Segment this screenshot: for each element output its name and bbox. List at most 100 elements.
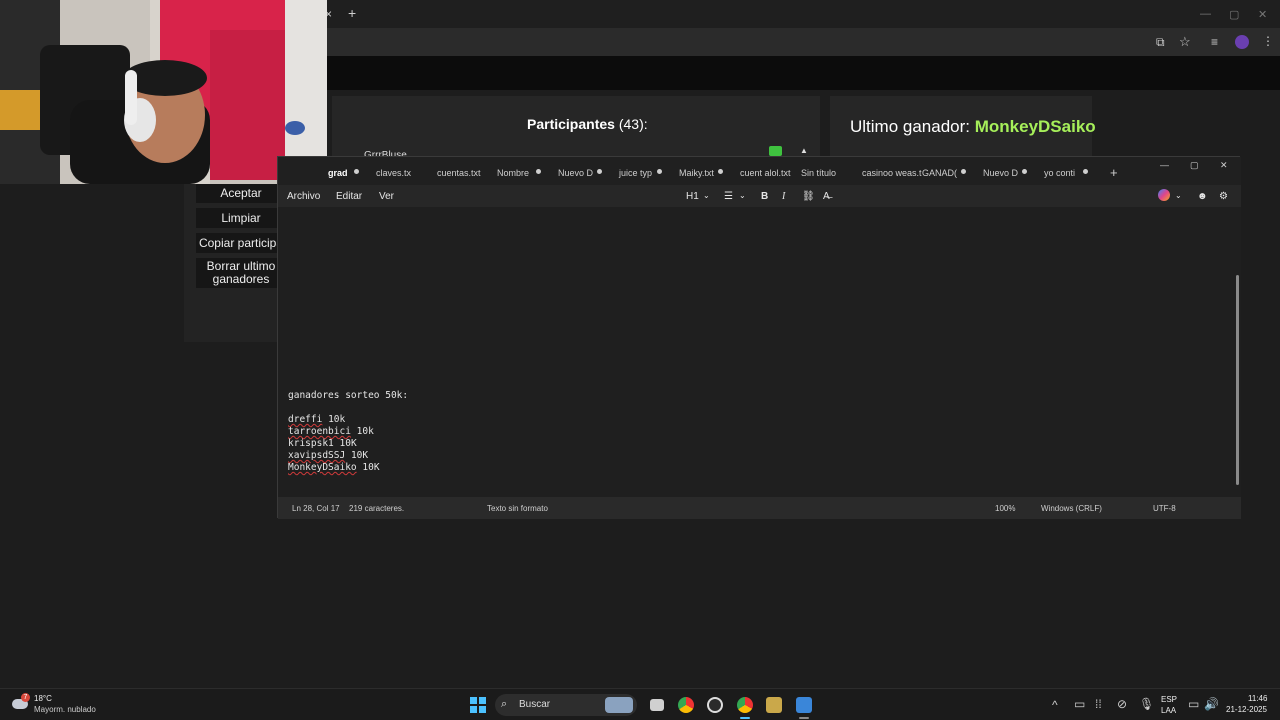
tab-nuevo-1[interactable]: Nuevo D	[558, 168, 593, 178]
tab-sin-titulo[interactable]: Sin título	[801, 168, 836, 178]
menu-archivo[interactable]: Archivo	[287, 191, 320, 202]
profile-icon[interactable]: ☻	[1197, 191, 1208, 202]
chevron-down-icon: ⌄	[1175, 191, 1182, 200]
tray-app-icon[interactable]: ▭	[1074, 698, 1085, 710]
profile-avatar[interactable]	[1235, 35, 1249, 49]
encoding[interactable]: UTF-8	[1153, 504, 1176, 513]
editor-scrollbar[interactable]	[1236, 275, 1239, 485]
minimize-icon[interactable]: —	[1200, 8, 1211, 20]
close-window-icon[interactable]: ✕	[1258, 8, 1267, 21]
clock-time[interactable]: 11:46	[1248, 694, 1267, 703]
tray-grid-icon[interactable]: ⁞⁞	[1095, 698, 1102, 710]
close-icon[interactable]: ✕	[1220, 160, 1228, 171]
volume-icon[interactable]: 🔊	[1204, 698, 1219, 710]
bookmark-star-icon[interactable]: ☆	[1179, 35, 1191, 48]
maximize-icon[interactable]: ▢	[1229, 8, 1239, 21]
more-menu-icon[interactable]: ⋮	[1262, 35, 1274, 47]
search-icon: ⌕	[501, 698, 508, 710]
list-icon[interactable]: ☰	[724, 191, 733, 202]
display-icon[interactable]: ▭	[1188, 698, 1199, 710]
notepad-active-indicator	[799, 717, 809, 719]
notepad-icon[interactable]	[796, 697, 812, 713]
menu-editar[interactable]: Editar	[336, 191, 362, 202]
search-highlight-icon	[605, 697, 633, 713]
unsaved-dot-icon	[961, 169, 966, 174]
content-heading: ganadores sorteo 50k:	[288, 390, 409, 401]
taskbar-search[interactable]: ⌕ Buscar	[495, 694, 637, 716]
chevron-up-icon[interactable]: ^	[1052, 699, 1058, 711]
tab-grad[interactable]: grad	[328, 168, 348, 178]
tab-maiky[interactable]: Maiky.txt	[679, 168, 714, 178]
tab-yo-conti[interactable]: yo conti	[1044, 168, 1075, 178]
unsaved-dot-icon	[657, 169, 662, 174]
unsaved-dot-icon	[354, 169, 359, 174]
windows-logo-icon	[470, 697, 477, 704]
bold-button[interactable]: B	[761, 191, 768, 202]
clear-button[interactable]: Limpiar	[196, 208, 286, 228]
notepad-window: grad claves.tx cuentas.txt Nombre Nuevo …	[277, 156, 1241, 519]
content-line: xavipsdSSJ 10K	[288, 450, 369, 461]
zoom-level[interactable]: 100%	[995, 504, 1015, 513]
menu-ver[interactable]: Ver	[379, 191, 394, 202]
line-endings[interactable]: Windows (CRLF)	[1041, 504, 1102, 513]
tray-network-icon[interactable]: ⊘	[1117, 698, 1127, 710]
add-tab-icon[interactable]: +	[1110, 165, 1118, 180]
check-icon	[769, 146, 782, 156]
obs-icon[interactable]	[707, 697, 723, 713]
content-line: krispsk1 10K	[288, 438, 357, 449]
reading-list-icon[interactable]: ≡	[1211, 36, 1218, 48]
start-button[interactable]	[470, 697, 486, 713]
clear-format-icon[interactable]: A̶	[823, 191, 830, 202]
maximize-icon[interactable]: ▢	[1190, 160, 1199, 171]
delete-winners-label-2: ganadores	[212, 272, 270, 286]
participants-title: Participantes (43):	[527, 116, 648, 132]
microphone-icon[interactable]: 🎙	[1139, 698, 1154, 710]
weather-alert-badge: 7	[21, 693, 30, 702]
tab-cuent-alol[interactable]: cuent alol.txt	[740, 168, 791, 178]
tab-cuentas[interactable]: cuentas.txt	[437, 168, 481, 178]
tab-nuevo-2[interactable]: Nuevo D	[983, 168, 1018, 178]
content-line: dreffi 10k	[288, 414, 346, 425]
tab-juice[interactable]: juice typ	[619, 168, 652, 178]
content-line: tarroenbici 10k	[288, 426, 374, 437]
clock-date[interactable]: 21-12-2025	[1226, 705, 1267, 714]
char-count: 219 caracteres.	[349, 504, 405, 513]
language-top[interactable]: ESP	[1161, 695, 1177, 704]
tab-casinoo[interactable]: casinoo weas.t	[862, 168, 922, 178]
chevron-down-icon: ⌄	[739, 191, 746, 200]
tab-claves[interactable]: claves.tx	[376, 168, 411, 178]
accept-button[interactable]: Aceptar	[196, 183, 286, 203]
tab-nombre[interactable]: Nombre	[497, 168, 529, 178]
text-format[interactable]: Texto sin formato	[487, 504, 548, 513]
link-icon[interactable]: ⛓	[802, 191, 815, 202]
scroll-up-icon[interactable]: ▲	[800, 146, 808, 155]
italic-button[interactable]: I	[782, 191, 785, 202]
unsaved-dot-icon	[1022, 169, 1027, 174]
delete-winners-button[interactable]: Borrar ultimo ganadores	[196, 258, 286, 288]
unsaved-dot-icon	[1083, 169, 1088, 174]
settings-gear-icon[interactable]: ⚙	[1219, 191, 1228, 202]
active-app-indicator	[740, 717, 750, 719]
tab-ganad[interactable]: GANAD(	[922, 168, 957, 178]
copilot-icon[interactable]	[1158, 189, 1170, 201]
unsaved-dot-icon	[718, 169, 723, 174]
minimize-icon[interactable]: —	[1160, 160, 1169, 170]
heading-dropdown[interactable]: H1	[686, 191, 699, 202]
new-tab-icon[interactable]: +	[348, 6, 356, 20]
notepad-menubar: Archivo Editar Ver H1 ⌄ ☰ ⌄ B I ⛓ A̶ ⌄ ☻…	[278, 185, 1241, 207]
task-view-icon[interactable]	[650, 699, 664, 711]
weather-widget[interactable]: 7 18°C Mayorm. nublado	[12, 693, 122, 717]
notepad-tabstrip: grad claves.tx cuentas.txt Nombre Nuevo …	[278, 157, 1241, 185]
language-bottom[interactable]: LAA	[1161, 706, 1176, 715]
app-icon[interactable]	[766, 697, 782, 713]
chrome-active-icon[interactable]	[737, 697, 753, 713]
chrome-icon[interactable]	[678, 697, 694, 713]
notepad-editor[interactable]: ganadores sorteo 50k: dreffi 10k tarroen…	[278, 207, 1241, 497]
translate-icon[interactable]: ⧉	[1156, 36, 1165, 48]
copy-participants-button[interactable]: Copiar participa	[196, 233, 286, 253]
chevron-down-icon: ⌄	[703, 191, 710, 200]
weather-temp: 18°C	[34, 694, 52, 703]
search-label: Buscar	[519, 699, 551, 710]
cursor-position: Ln 28, Col 17	[292, 504, 340, 513]
unsaved-dot-icon	[536, 169, 541, 174]
